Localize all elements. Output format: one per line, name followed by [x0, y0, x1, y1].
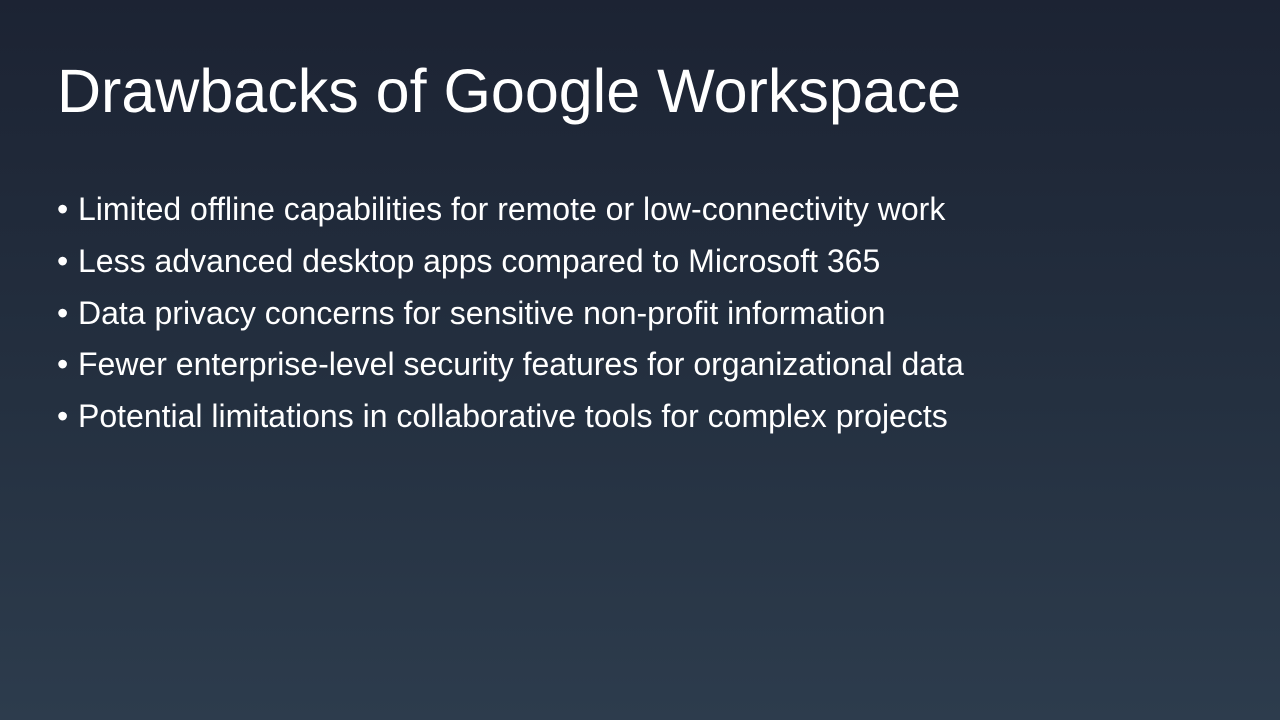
bullet-icon: •	[57, 398, 69, 435]
bullet-item: • Less advanced desktop apps compared to…	[57, 236, 964, 288]
bullet-item: • Limited offline capabilities for remot…	[57, 184, 964, 236]
slide: Drawbacks of Google Workspace • Limited …	[0, 0, 1280, 720]
bullet-text: Data privacy concerns for sensitive non-…	[78, 294, 886, 331]
bullet-text: Potential limitations in collaborative t…	[78, 398, 948, 435]
bullet-item: • Fewer enterprise-level security featur…	[57, 339, 964, 391]
bullet-icon: •	[57, 346, 69, 383]
bullet-item: • Potential limitations in collaborative…	[57, 391, 964, 443]
bullet-icon: •	[57, 294, 69, 331]
bullet-text: Less advanced desktop apps compared to M…	[78, 242, 881, 279]
bullet-icon: •	[57, 191, 69, 227]
bullet-text: Fewer enterprise-level security features…	[78, 346, 964, 383]
bullet-icon: •	[57, 242, 69, 279]
slide-title: Drawbacks of Google Workspace	[57, 57, 962, 125]
bullet-item: • Data privacy concerns for sensitive no…	[57, 288, 964, 340]
bullet-text: Limited offline capabilities for remote …	[78, 191, 946, 227]
bullet-list: • Limited offline capabilities for remot…	[57, 184, 964, 443]
